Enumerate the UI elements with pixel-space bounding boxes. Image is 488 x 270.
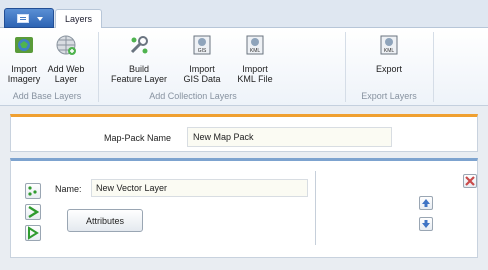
- layer-line-button[interactable]: [25, 204, 41, 220]
- app-menu-button[interactable]: [4, 8, 54, 28]
- layer-polygon-button[interactable]: [25, 225, 41, 241]
- delete-x-icon: [465, 176, 475, 186]
- kml-file-icon: KML: [246, 35, 264, 55]
- import-kml-file-label: Import: [242, 64, 268, 74]
- group-title-add-base-layers: Add Base Layers: [12, 91, 82, 101]
- import-imagery-label-2: Imagery: [7, 74, 41, 84]
- tab-layers[interactable]: Layers: [55, 9, 102, 29]
- import-gis-data-label-2: GIS Data: [183, 74, 221, 84]
- group-separator: [345, 32, 346, 102]
- group-separator: [98, 32, 99, 102]
- layer-item-row: Name: Attributes: [17, 171, 316, 245]
- group-title-export-layers: Export Layers: [361, 91, 417, 101]
- move-up-button[interactable]: [419, 196, 433, 210]
- ribbon: Import Imagery Add Web Layer Add Base La…: [0, 28, 488, 106]
- gis-file-icon: GIS: [193, 35, 211, 55]
- document-icon: [17, 14, 29, 23]
- export-button[interactable]: KML Export: [364, 34, 414, 84]
- delete-layer-button[interactable]: [463, 174, 477, 188]
- kml-export-icon: KML: [380, 35, 398, 55]
- group-title-add-collection-layers: Add Collection Layers: [149, 91, 237, 101]
- layer-name-label: Name:: [55, 184, 82, 194]
- move-down-button[interactable]: [419, 217, 433, 231]
- wrench-build-icon: [130, 36, 148, 54]
- arrow-up-icon: [422, 199, 430, 207]
- svg-text:KML: KML: [384, 48, 395, 54]
- group-separator: [433, 32, 434, 102]
- build-feature-layer-label: Build: [128, 64, 149, 74]
- add-web-layer-label: Add Web: [47, 64, 85, 74]
- import-gis-data-button[interactable]: GIS Import GIS Data: [178, 34, 226, 84]
- web-globe-icon: [56, 35, 76, 55]
- layer-name-input[interactable]: [91, 179, 308, 197]
- import-imagery-label: Import: [11, 64, 37, 74]
- add-web-layer-button[interactable]: Add Web Layer: [46, 34, 86, 84]
- import-kml-file-button[interactable]: KML Import KML File: [230, 34, 280, 84]
- globe-image-icon: [15, 37, 33, 53]
- attributes-button[interactable]: Attributes: [67, 209, 143, 232]
- points-icon: [28, 186, 37, 196]
- svg-text:GIS: GIS: [198, 48, 207, 54]
- ribbon-tabs-bar: Layers: [0, 0, 488, 29]
- svg-text:KML: KML: [250, 48, 261, 54]
- export-label: Export: [375, 64, 402, 74]
- chevron-down-icon: [37, 17, 43, 21]
- add-web-layer-label-2: Layer: [54, 74, 78, 84]
- map-pack-name-label: Map-Pack Name: [104, 133, 172, 143]
- layer-panel: Name: Attributes: [10, 158, 478, 258]
- arrow-down-icon: [422, 220, 430, 228]
- map-pack-name-input[interactable]: [187, 127, 392, 147]
- layer-points-button[interactable]: [25, 183, 41, 199]
- import-kml-file-label-2: KML File: [237, 74, 273, 84]
- map-pack-panel: Map-Pack Name: [10, 114, 478, 152]
- build-feature-layer-button[interactable]: Build Feature Layer: [103, 34, 175, 84]
- line-play-icon: [28, 205, 40, 219]
- import-imagery-button[interactable]: Import Imagery: [4, 34, 44, 84]
- polygon-play-icon: [28, 226, 39, 240]
- import-gis-data-label: Import: [189, 64, 215, 74]
- build-feature-layer-label-2: Feature Layer: [110, 74, 168, 84]
